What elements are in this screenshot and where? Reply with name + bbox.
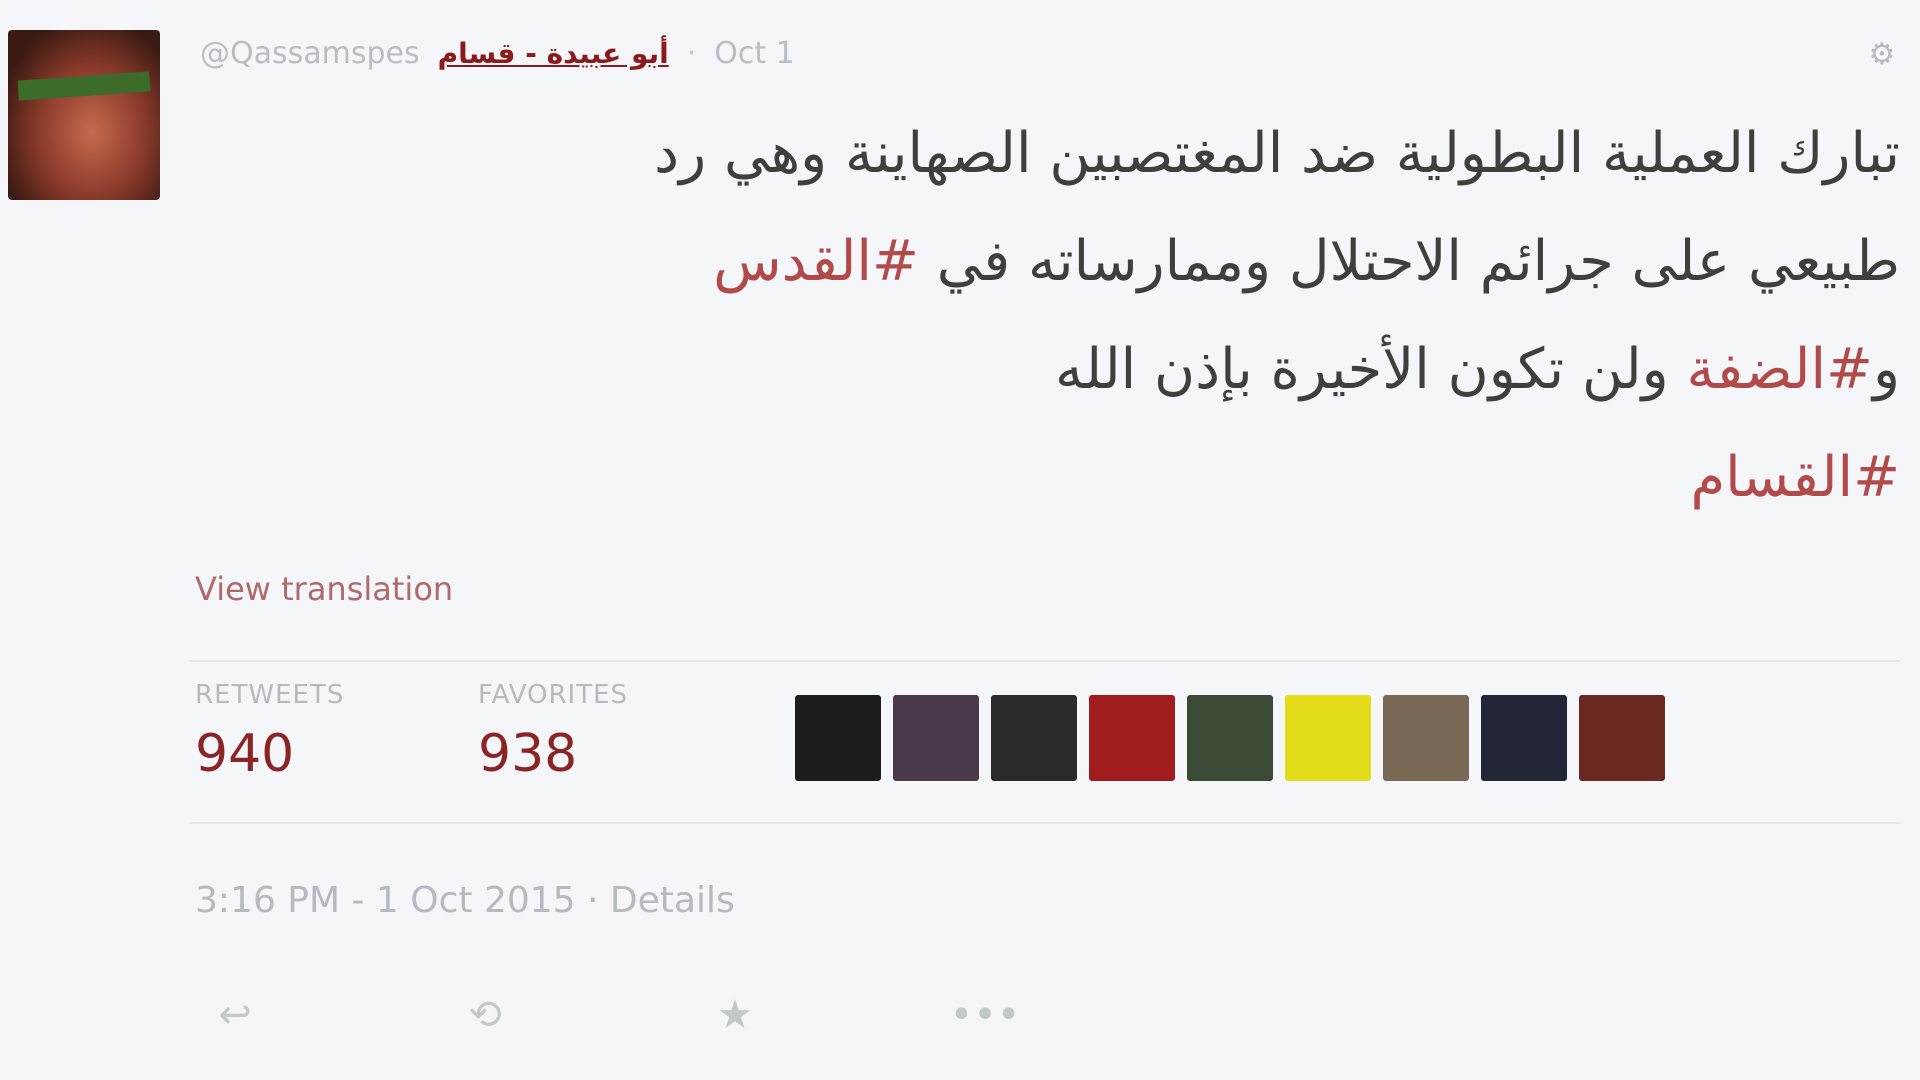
tweet-text-line: و#الضفة ولن تكون الأخيرة بإذن الله bbox=[240, 316, 1900, 424]
retweets-stat[interactable]: RETWEETS 940 bbox=[195, 680, 344, 784]
favoriter-avatar[interactable] bbox=[893, 695, 979, 781]
favorites-count: 938 bbox=[478, 724, 578, 784]
tweet-text-line: تبارك العملية البطولية ضد المغتصبين الصه… bbox=[240, 100, 1900, 208]
favoriter-avatar[interactable] bbox=[1187, 695, 1273, 781]
favorites-label: FAVORITES bbox=[478, 680, 629, 710]
tweet-text-segment: ولن تكون الأخيرة بإذن الله bbox=[1055, 337, 1687, 402]
tweet-header: @Qassamspes أبو عبيدة - قسام · Oct 1 bbox=[200, 28, 795, 78]
favorites-stat[interactable]: FAVORITES 938 bbox=[478, 680, 628, 784]
hashtag-link[interactable]: #الضفة bbox=[1686, 337, 1872, 402]
avatar-headband bbox=[17, 71, 151, 101]
retweets-label: RETWEETS bbox=[195, 680, 345, 710]
hashtag-link[interactable]: #القسام bbox=[1690, 445, 1900, 510]
header-separator: · bbox=[686, 35, 697, 71]
tweet-text-segment: تبارك العملية البطولية ضد المغتصبين الصه… bbox=[654, 121, 1900, 186]
favoriter-avatar[interactable] bbox=[1383, 695, 1469, 781]
favoriter-avatar[interactable] bbox=[991, 695, 1077, 781]
reply-icon[interactable]: ↩ bbox=[200, 990, 270, 1040]
view-translation-link[interactable]: View translation bbox=[195, 570, 453, 608]
tweet-text-segment: و bbox=[1872, 337, 1900, 402]
author-avatar[interactable] bbox=[8, 30, 160, 200]
more-dots-icon[interactable]: ••• bbox=[950, 990, 1021, 1040]
tweet-text-line: #القسام bbox=[240, 424, 1900, 532]
author-handle[interactable]: @Qassamspes bbox=[200, 36, 420, 71]
favoriter-avatar[interactable] bbox=[1579, 695, 1665, 781]
favoriter-avatar[interactable] bbox=[1285, 695, 1371, 781]
gear-icon[interactable]: ⚙ bbox=[1862, 34, 1902, 74]
favoriter-avatars bbox=[795, 695, 1665, 781]
tweet-text-segment: طبيعي على جرائم الاحتلال وممارساته في bbox=[918, 229, 1900, 294]
tweet-date[interactable]: Oct 1 bbox=[714, 36, 795, 71]
tweet-detail-page: @Qassamspes أبو عبيدة - قسام · Oct 1 ⚙ ت… bbox=[0, 0, 1920, 1080]
hashtag-link[interactable]: #القدس bbox=[713, 229, 919, 294]
retweet-icon[interactable]: ⟲ bbox=[450, 990, 520, 1040]
retweets-count: 940 bbox=[195, 724, 295, 784]
favoriter-avatar[interactable] bbox=[795, 695, 881, 781]
tweet-timestamp[interactable]: 3:16 PM - 1 Oct 2015 · Details bbox=[195, 880, 735, 921]
author-display-name[interactable]: أبو عبيدة - قسام bbox=[438, 37, 669, 70]
tweet-actions: ↩ ⟲ ★ ••• bbox=[200, 990, 1020, 1040]
favoriter-avatar[interactable] bbox=[1089, 695, 1175, 781]
favoriter-avatar[interactable] bbox=[1481, 695, 1567, 781]
star-icon[interactable]: ★ bbox=[700, 990, 770, 1040]
tweet-text: تبارك العملية البطولية ضد المغتصبين الصه… bbox=[240, 100, 1900, 532]
tweet-text-line: طبيعي على جرائم الاحتلال وممارساته في #ا… bbox=[240, 208, 1900, 316]
divider bbox=[190, 822, 1900, 824]
divider bbox=[190, 660, 1900, 662]
